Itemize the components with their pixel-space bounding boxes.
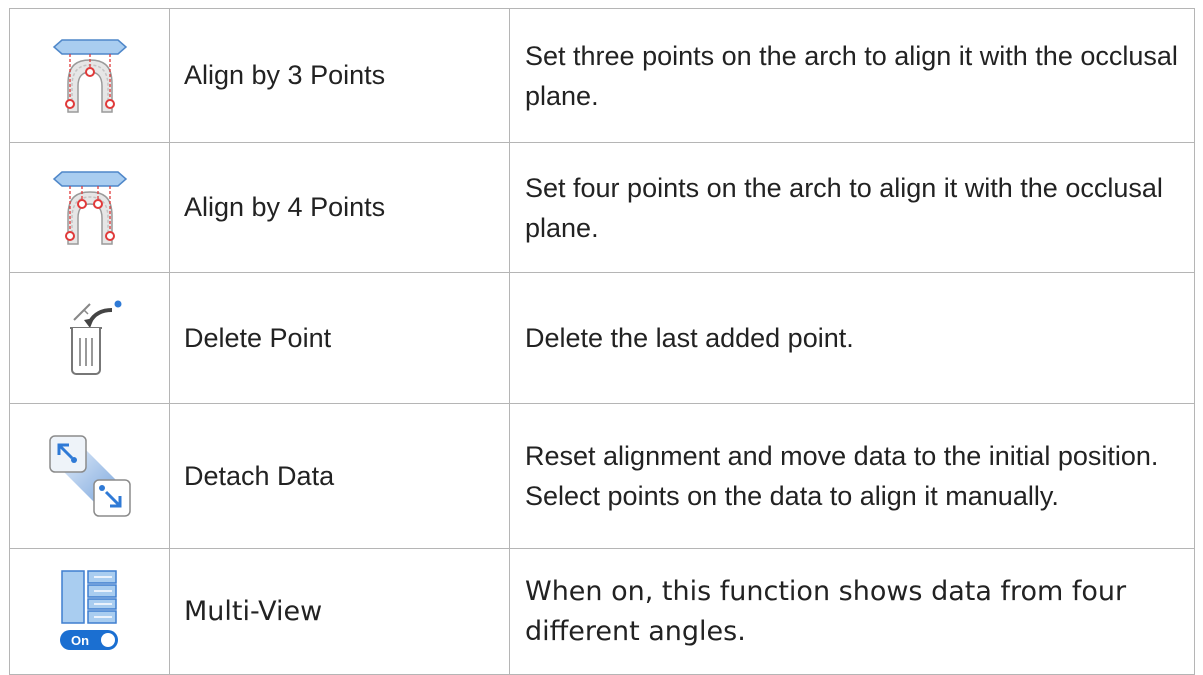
function-table: Align by 3 Points Set three points on th…	[9, 8, 1195, 675]
function-name: Detach Data	[169, 403, 510, 549]
function-name: Multi-View	[169, 548, 510, 675]
function-name: Align by 3 Points	[169, 8, 510, 143]
table-row: Align by 3 Points Set three points on th…	[9, 8, 1195, 143]
icon-cell	[9, 272, 170, 404]
icon-cell	[9, 8, 170, 143]
table-row: Delete Point Delete the last added point…	[9, 272, 1195, 404]
table-row: Align by 4 Points Set four points on the…	[9, 142, 1195, 273]
function-description: When on, this function shows data from f…	[509, 548, 1195, 675]
delete-point-icon	[69, 300, 121, 375]
multi-view-toggle[interactable]: On	[59, 629, 118, 650]
table-row: On Multi-View When on, this function sho…	[9, 548, 1195, 675]
function-name: Align by 4 Points	[169, 142, 510, 273]
function-description: Set four points on the arch to align it …	[509, 142, 1195, 273]
align-4-points-icon	[52, 170, 127, 245]
table-row: Detach Data Reset alignment and move dat…	[9, 403, 1195, 549]
icon-cell	[9, 142, 170, 273]
function-description: Delete the last added point.	[509, 272, 1195, 404]
toggle-label: On	[70, 633, 88, 648]
icon-cell: On	[9, 548, 170, 675]
function-description: Set three points on the arch to align it…	[509, 8, 1195, 143]
detach-data-icon	[48, 435, 131, 517]
multi-view-icon: On	[59, 569, 118, 650]
icon-cell	[9, 403, 170, 549]
function-description: Reset alignment and move data to the ini…	[509, 403, 1195, 549]
function-name: Delete Point	[169, 272, 510, 404]
align-3-points-icon	[52, 38, 127, 113]
